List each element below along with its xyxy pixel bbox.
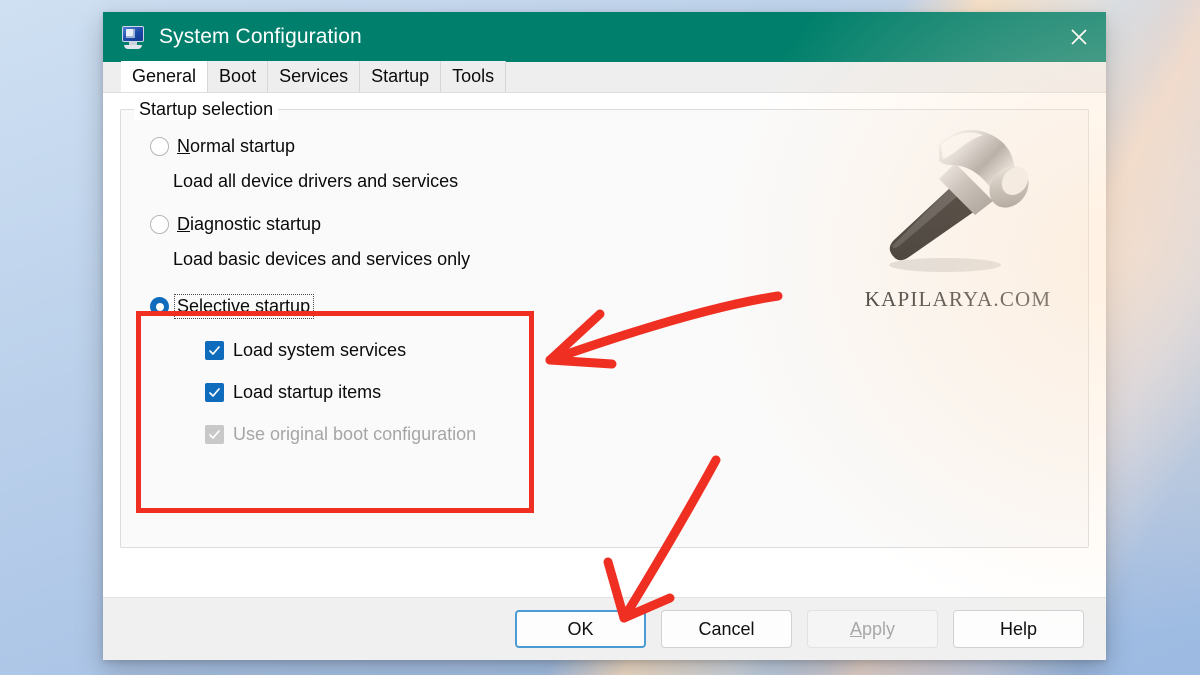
system-configuration-window: System Configuration General Boot Servic… [103,12,1106,660]
cancel-button[interactable]: Cancel [661,610,792,648]
help-button-label: Help [999,618,1038,639]
close-icon[interactable] [1052,12,1106,62]
accesskey-load-startup-items: L [233,382,244,402]
tab-services[interactable]: Services [268,61,361,92]
radio-label-selective: Selective startup [174,294,315,319]
tab-bar: General Boot Services Startup Tools [103,61,1106,93]
apply-button-label: pply [861,618,896,639]
checkbox-label-use-original-boot-configuration-rest: se original boot configuration [246,424,477,444]
radio-indicator-normal [150,137,169,156]
checkbox-label-load-system-services-rest: oad system services [243,340,407,360]
tab-tools[interactable]: Tools [441,61,507,92]
radio-label-normal: Normal startup [177,136,295,157]
startup-selection-groupbox: Startup selection Normal startup Load al… [120,99,1089,548]
checkbox-use-original-boot-configuration: Use original boot configuration [205,424,1088,445]
description-diagnostic-startup: Load basic devices and services only [173,249,471,269]
accesskey-apply: A [849,618,862,639]
cancel-button-label: Cancel [698,618,755,639]
system-configuration-icon [120,25,146,49]
tab-general[interactable]: General [121,61,209,92]
checkbox-indicator-use-original-boot-configuration [205,425,224,444]
accesskey-selective: S [177,296,190,316]
apply-button: Apply [807,610,938,648]
accesskey-use-original-boot-configuration: U [233,424,246,444]
checkbox-load-startup-items[interactable]: Load startup items [205,382,1088,403]
checkbox-label-load-system-services: Load system services [233,340,406,361]
radio-normal-startup[interactable]: Normal startup [150,136,1088,157]
startup-selection-label: Startup selection [134,99,279,120]
tab-startup[interactable]: Startup [360,61,442,92]
window-title-bar: System Configuration [103,12,1106,62]
help-button[interactable]: Help [953,610,1084,648]
tab-boot[interactable]: Boot [208,61,269,92]
radio-label-selective-rest: elective startup [189,296,311,316]
radio-label-diagnostic-rest: iagnostic startup [190,214,322,234]
accesskey-load-system-services: L [233,340,244,360]
radio-label-diagnostic: Diagnostic startup [177,214,321,235]
window-title: System Configuration [159,25,362,48]
dialog-button-bar: OK Cancel Apply Help [103,597,1106,660]
ok-button-label: OK [567,618,594,639]
radio-indicator-diagnostic [150,215,169,234]
accesskey-diagnostic: D [177,214,190,234]
radio-selective-startup[interactable]: Selective startup [150,294,1088,319]
checkbox-load-system-services[interactable]: Load system services [205,340,1088,361]
general-tab-panel: Startup selection Normal startup Load al… [103,93,1106,597]
ok-button[interactable]: OK [515,610,646,648]
desktop-background: System Configuration General Boot Servic… [0,0,1200,675]
checkbox-label-load-startup-items-rest: oad startup items [243,382,382,402]
checkbox-indicator-load-startup-items [205,383,224,402]
radio-label-normal-rest: ormal startup [190,136,296,156]
radio-diagnostic-startup[interactable]: Diagnostic startup [150,214,1088,235]
radio-indicator-selective [150,297,169,316]
checkbox-label-use-original-boot-configuration: Use original boot configuration [233,424,476,445]
checkbox-label-load-startup-items: Load startup items [233,382,381,403]
description-normal-startup: Load all device drivers and services [173,171,459,191]
checkbox-indicator-load-system-services [205,341,224,360]
accesskey-normal: N [177,136,190,156]
